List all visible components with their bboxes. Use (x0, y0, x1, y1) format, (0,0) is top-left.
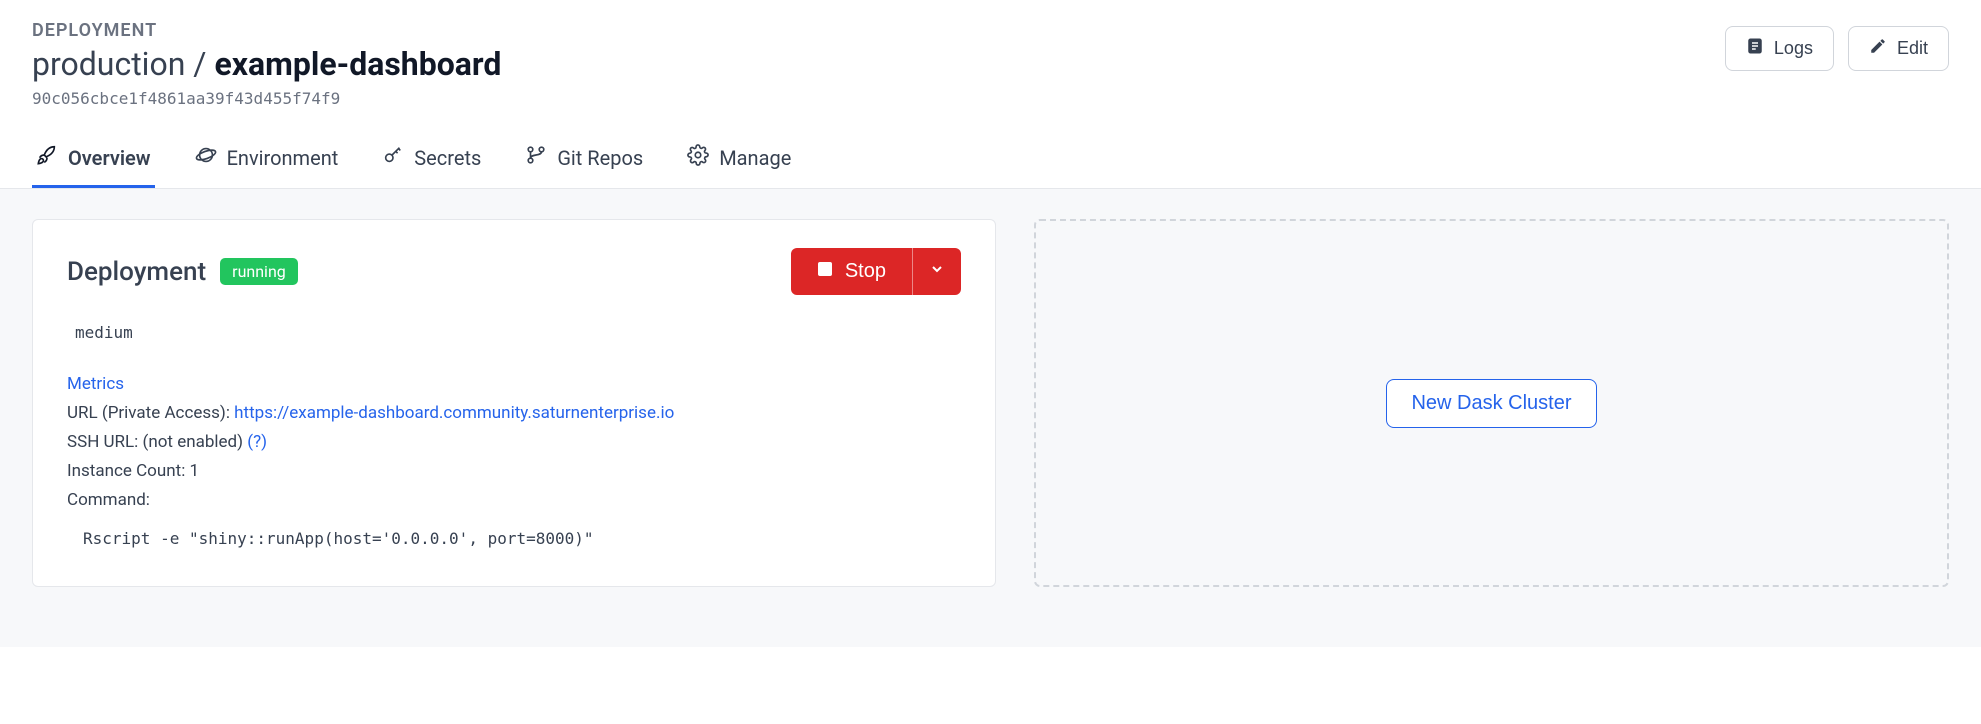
instance-size: medium (67, 323, 961, 342)
logs-button-label: Logs (1774, 38, 1813, 59)
tab-environment[interactable]: Environment (191, 136, 343, 188)
instance-count-label: Instance Count: (67, 461, 190, 481)
dask-cluster-panel: New Dask Cluster (1034, 219, 1949, 587)
status-badge: running (220, 258, 298, 285)
tab-environment-label: Environment (227, 146, 339, 170)
page-overline: DEPLOYMENT (32, 20, 1725, 41)
edit-icon (1869, 37, 1887, 60)
stop-button[interactable]: Stop (791, 248, 912, 295)
card-title: Deployment (67, 257, 206, 287)
breadcrumb-current: example-dashboard (214, 45, 501, 83)
url-label: URL (Private Access): (67, 403, 234, 423)
tabs: Overview Environment Secrets Git Repos M… (0, 108, 1981, 189)
deployment-hash: 90c056cbce1f4861aa39f43d455f74f9 (32, 89, 1725, 108)
tab-manage[interactable]: Manage (683, 136, 795, 188)
metrics-link[interactable]: Metrics (67, 374, 124, 394)
breadcrumb-separator: / (185, 45, 214, 83)
edit-button-label: Edit (1897, 38, 1928, 59)
key-icon (382, 144, 404, 171)
ssh-url-label: SSH URL: (not enabled) (67, 432, 247, 452)
stop-dropdown-button[interactable] (912, 248, 961, 295)
edit-button[interactable]: Edit (1848, 26, 1949, 71)
new-dask-cluster-button[interactable]: New Dask Cluster (1386, 379, 1596, 428)
ssh-help-link[interactable]: (?) (247, 432, 267, 452)
breadcrumb: production / example-dashboard (32, 45, 1725, 83)
tab-manage-label: Manage (719, 146, 791, 170)
gear-icon (687, 144, 709, 171)
stop-button-label: Stop (845, 260, 886, 283)
deployment-url-link[interactable]: https://example-dashboard.community.satu… (234, 403, 674, 423)
deployment-card: Deployment running Stop (32, 219, 996, 587)
breadcrumb-root[interactable]: production (32, 45, 185, 83)
planet-icon (195, 144, 217, 171)
tab-git-repos[interactable]: Git Repos (521, 136, 647, 188)
tab-secrets-label: Secrets (414, 146, 481, 170)
command-label: Command: (67, 486, 961, 515)
instance-count-value: 1 (190, 461, 200, 481)
logs-button[interactable]: Logs (1725, 26, 1834, 71)
new-dask-cluster-label: New Dask Cluster (1411, 392, 1571, 415)
chevron-down-icon (929, 261, 945, 282)
tab-overview[interactable]: Overview (32, 136, 155, 188)
rocket-icon (36, 144, 58, 171)
git-branch-icon (525, 144, 547, 171)
command-value: Rscript -e "shiny::runApp(host='0.0.0.0'… (67, 525, 961, 552)
tab-secrets[interactable]: Secrets (378, 136, 485, 188)
tab-git-repos-label: Git Repos (557, 146, 643, 170)
logs-icon (1746, 37, 1764, 60)
stop-icon (817, 260, 833, 283)
tab-overview-label: Overview (68, 146, 151, 170)
